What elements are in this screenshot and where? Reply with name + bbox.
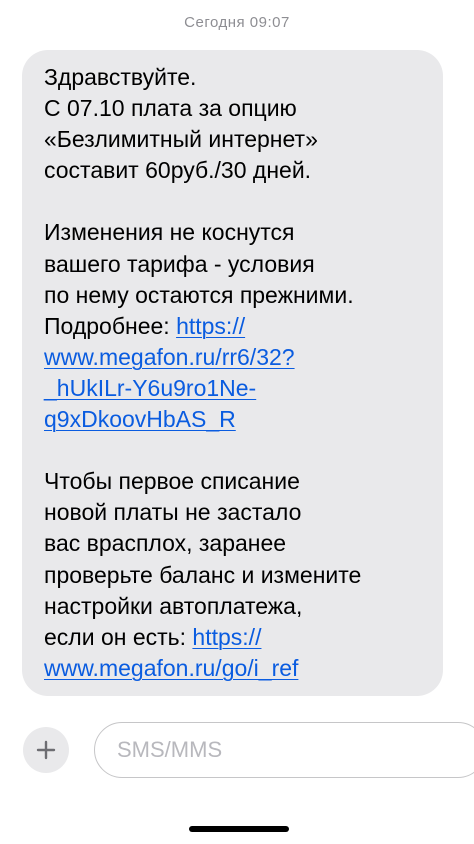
message-text: Изменения не коснутся [44, 219, 295, 246]
message-line: если он есть: https:// [44, 622, 429, 653]
home-indicator [189, 826, 289, 832]
message-line: настройки автоплатежа, [44, 591, 429, 622]
incoming-message-bubble[interactable]: Здравствуйте. С 07.10 плата за опцию «Безл… [22, 50, 443, 696]
message-text: С 07.10 плата за опцию [44, 95, 297, 122]
message-line: Подробнее: https:// [44, 311, 429, 342]
message-line: www.megafon.ru/rr6/32? [44, 342, 429, 373]
message-body: Здравствуйте. С 07.10 плата за опцию «Безл… [44, 62, 429, 684]
message-text: настройки автоплатежа, [44, 592, 303, 619]
message-text: если он есть: [44, 623, 193, 650]
message-text: вашего тарифа - условия [44, 250, 315, 277]
message-line: проверьте баланс и измените [44, 560, 429, 591]
message-line: составит 60руб./30 дней. [44, 155, 429, 186]
message-line: вас врасплох, заранее [44, 528, 429, 559]
message-line: q9xDkoovHbAS_R [44, 404, 429, 435]
composer-bar [0, 722, 474, 778]
message-text: Здравствуйте. [44, 64, 197, 90]
message-line: Изменения не коснутся [44, 217, 429, 248]
message-line: Чтобы первое списание [44, 466, 429, 497]
message-line: новой платы не застало [44, 497, 429, 528]
message-line: «Безлимитный интернет» [44, 124, 429, 155]
message-timestamp: Сегодня 09:07 [184, 14, 290, 31]
message-link[interactable]: _hUkILr-Y6u9ro1Ne- [44, 375, 256, 401]
message-link[interactable]: https:// [192, 624, 261, 650]
message-text: новой платы не застало [44, 499, 302, 526]
message-text: вас врасплох, заранее [44, 530, 287, 557]
message-link[interactable]: q9xDkoovHbAS_R [44, 406, 236, 432]
message-text: проверьте баланс и измените [44, 561, 362, 588]
message-line: по нему остаются прежними. [44, 280, 429, 311]
message-text: «Безлимитный интернет» [44, 126, 318, 153]
message-line: _hUkILr-Y6u9ro1Ne- [44, 373, 429, 404]
message-link[interactable]: www.megafon.ru/go/i_ref [44, 655, 298, 681]
plus-icon [36, 740, 56, 760]
message-link[interactable]: www.megafon.ru/rr6/32? [44, 344, 295, 370]
message-line: С 07.10 плата за опцию [44, 93, 429, 124]
message-line: www.megafon.ru/go/i_ref [44, 653, 429, 684]
message-text: Подробнее: [44, 312, 177, 339]
message-line: Здравствуйте. [44, 62, 429, 93]
sms-input[interactable] [94, 722, 474, 778]
message-text: Чтобы первое списание [44, 468, 300, 495]
message-text: составит 60руб./30 дней. [44, 157, 312, 184]
message-link[interactable]: https:// [176, 313, 245, 339]
message-line: вашего тарифа - условия [44, 249, 429, 280]
add-attachment-button[interactable] [23, 727, 69, 773]
message-text: по нему остаются прежними. [44, 281, 354, 308]
